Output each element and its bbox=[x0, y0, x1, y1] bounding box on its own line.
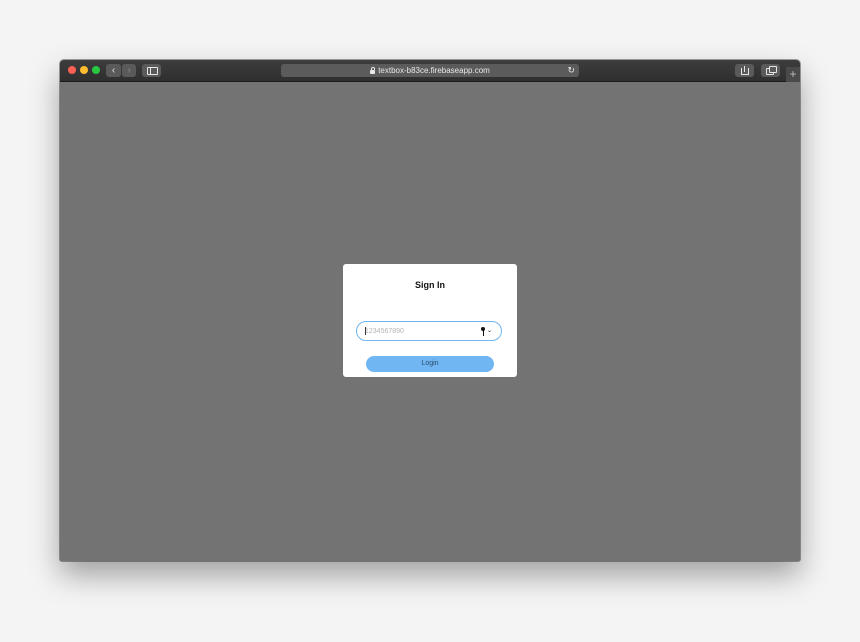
chevron-down-icon[interactable]: ⌄ bbox=[487, 326, 492, 336]
phone-number-input[interactable] bbox=[365, 325, 475, 337]
maximize-window-button[interactable] bbox=[92, 66, 100, 74]
back-button[interactable]: ‹ bbox=[106, 64, 121, 77]
minimize-window-button[interactable] bbox=[80, 66, 88, 74]
share-button[interactable] bbox=[735, 64, 754, 77]
sign-in-title: Sign In bbox=[415, 280, 445, 290]
share-icon bbox=[741, 68, 749, 75]
new-tab-button[interactable]: + bbox=[786, 67, 800, 82]
forward-button[interactable]: › bbox=[122, 64, 136, 77]
sidebar-icon bbox=[147, 67, 158, 75]
address-bar-url: textbox-b83ce.firebaseapp.com bbox=[378, 66, 490, 75]
sign-in-card: Sign In ⌄ Login bbox=[343, 264, 517, 377]
lock-icon bbox=[370, 67, 376, 74]
browser-window: ‹ › textbox-b83ce.firebaseapp.com ↻ + Si… bbox=[60, 60, 800, 561]
share-icon-arrow bbox=[744, 66, 745, 72]
show-tabs-button[interactable] bbox=[761, 64, 780, 77]
text-cursor bbox=[365, 327, 366, 335]
phone-input-field[interactable]: ⌄ bbox=[356, 321, 502, 341]
login-button[interactable]: Login bbox=[366, 356, 494, 372]
tabs-icon-front bbox=[769, 66, 777, 73]
reload-icon[interactable]: ↻ bbox=[567, 64, 575, 77]
key-icon[interactable] bbox=[480, 327, 486, 336]
address-bar[interactable]: textbox-b83ce.firebaseapp.com ↻ bbox=[281, 64, 579, 77]
sidebar-icon-divider bbox=[150, 67, 151, 75]
browser-toolbar: ‹ › textbox-b83ce.firebaseapp.com ↻ + bbox=[60, 60, 800, 82]
sidebar-toggle-button[interactable] bbox=[142, 64, 161, 77]
page-content: Sign In ⌄ Login bbox=[60, 82, 800, 561]
key-icon-shaft bbox=[482, 330, 484, 336]
close-window-button[interactable] bbox=[68, 66, 76, 74]
